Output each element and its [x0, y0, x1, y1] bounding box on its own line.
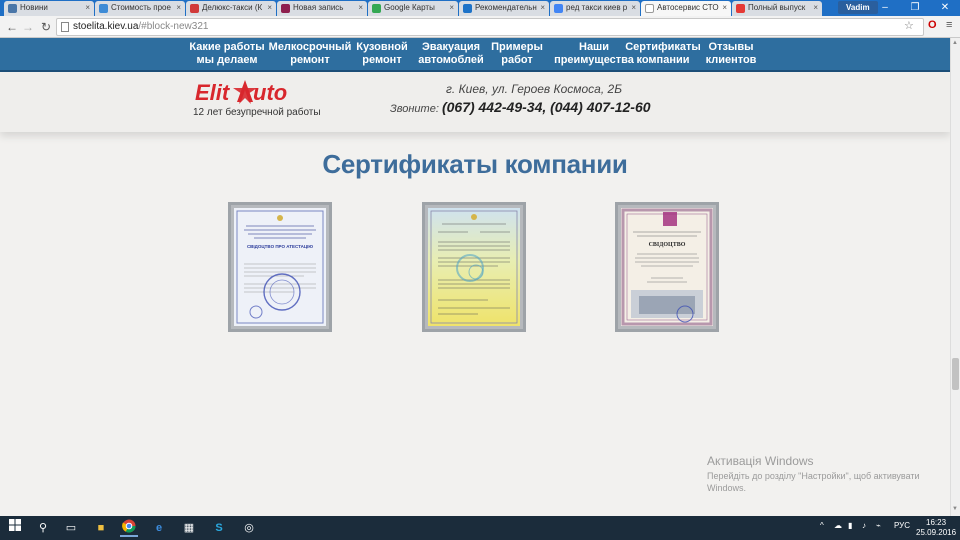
phone-numbers[interactable]: (067) 442-49-34, (044) 407-12-60 [442, 99, 651, 115]
tab-favicon-icon [645, 4, 654, 13]
tab-title: Новая запись [293, 3, 344, 12]
edge-icon[interactable]: e [150, 519, 168, 537]
tab-favicon-icon [736, 4, 745, 13]
language-indicator[interactable]: РУС [894, 521, 910, 530]
browser-tab[interactable]: Автосервис СТО × [641, 1, 731, 16]
web-page: Какие работы мы делаем Мелкосрочный ремонт К… [0, 38, 950, 516]
tab-close-icon[interactable]: × [358, 1, 363, 15]
certificate-3[interactable]: СВІДОЦТВО [615, 202, 719, 332]
minimize-button[interactable]: – [870, 0, 900, 16]
elitauto-logo[interactable]: Elit uto [193, 78, 313, 106]
tab-favicon-icon [8, 4, 17, 13]
tab-close-icon[interactable]: × [631, 1, 636, 15]
browser-tab[interactable]: Делюкс-такси (К × [186, 1, 276, 16]
steam-icon[interactable]: ◎ [240, 519, 258, 537]
scroll-thumb[interactable] [952, 358, 959, 390]
reload-icon[interactable]: ↻ [38, 19, 54, 35]
tab-close-icon[interactable]: × [267, 1, 272, 15]
phone-line: Звоните: (067) 442-49-34, (044) 407-12-6… [390, 99, 651, 115]
calculator-icon[interactable]: ▦ [180, 519, 198, 537]
onedrive-icon[interactable]: ☁ [834, 521, 842, 530]
certificate-image: СВІДОЦТВО ПРО АТЕСТАЦІЮ [234, 208, 326, 326]
tab-close-icon[interactable]: × [449, 1, 454, 15]
tab-close-icon[interactable]: × [176, 1, 181, 15]
svg-text:uto: uto [253, 80, 287, 105]
opera-extension-icon[interactable]: O [928, 19, 937, 31]
tab-title: Автосервис СТО [657, 3, 719, 12]
tab-strip: Новини × Стоимость прое × Делюкс-такси (К × Но… [0, 0, 960, 16]
forward-icon[interactable]: → [20, 19, 36, 35]
back-icon[interactable]: ← [4, 19, 20, 35]
page-scrollbar[interactable]: ▲ ▼ [950, 38, 960, 516]
chrome-icon[interactable] [120, 519, 138, 537]
certificate-image: СВІДОЦТВО [621, 208, 713, 326]
certificate-1[interactable]: СВІДОЦТВО ПРО АТЕСТАЦІЮ [228, 202, 332, 332]
page-icon [61, 22, 69, 32]
tab-title: Google Карты [384, 3, 435, 12]
address: г. Киев, ул. Героев Космоса, 2Б [446, 82, 623, 96]
browser-toolbar: ← → ↻ stoelita.kiev.ua/#block-new321 ☆ O… [0, 16, 960, 38]
network-icon[interactable]: ⌁ [876, 521, 881, 530]
browser-tab[interactable]: Полный выпуск × [732, 1, 822, 16]
browser-tab[interactable]: ред такси киев р × [550, 1, 640, 16]
cert1-caption: СВІДОЦТВО ПРО АТЕСТАЦІЮ [247, 244, 313, 249]
tab-close-icon[interactable]: × [722, 1, 727, 15]
close-window-button[interactable]: ✕ [930, 0, 960, 16]
tab-title: ред такси киев р [566, 3, 628, 12]
cert3-caption: СВІДОЦТВО [649, 242, 686, 248]
svg-text:Elit: Elit [195, 80, 231, 105]
windows-start-icon[interactable] [6, 519, 24, 537]
windows-activation-text: Перейдіть до розділу "Настройки", щоб ак… [707, 471, 920, 493]
volume-icon[interactable]: ♪ [862, 521, 866, 530]
clock-time: 16:23 [926, 518, 947, 527]
url-host: stoelita.kiev.ua [73, 21, 139, 32]
url-path: /#block-new321 [138, 21, 209, 32]
windows-activation-title: Активація Windows [707, 454, 814, 468]
menu-icon[interactable]: ≡ [946, 19, 952, 31]
tab-favicon-icon [281, 4, 290, 13]
site-header: Elit uto 12 лет безупречной работы г. Ки… [0, 74, 950, 132]
browser-tab[interactable]: Новини × [4, 1, 94, 16]
browser-tab[interactable]: Стоимость прое × [95, 1, 185, 16]
tab-title: Новини [20, 3, 48, 12]
clock-date: 25.09.2016 [916, 528, 957, 537]
tab-favicon-icon [463, 4, 472, 13]
task-view-icon[interactable]: ▭ [62, 519, 80, 537]
nav-item-line2: клиентов [705, 54, 757, 66]
certificate-image [428, 208, 520, 326]
battery-icon[interactable]: ▮ [848, 521, 852, 530]
tab-close-icon[interactable]: × [813, 1, 818, 15]
call-label: Звоните: [390, 103, 439, 115]
browser-tab[interactable]: Google Карты × [368, 1, 458, 16]
bookmark-star-icon[interactable]: ☆ [904, 19, 914, 32]
clock[interactable]: 16:23 25.09.2016 [916, 518, 956, 538]
tab-title: Стоимость прое [111, 3, 171, 12]
tab-title: Полный выпуск [748, 3, 806, 12]
scroll-down-icon[interactable]: ▼ [952, 506, 958, 512]
nav-item-line1: Отзывы [708, 41, 754, 53]
tab-favicon-icon [372, 4, 381, 13]
tab-title: Делюкс-такси (К [202, 3, 263, 12]
tab-favicon-icon [190, 4, 199, 13]
windows-taskbar: ⚲ ▭ ■ e ▦ S ◎ ^ ☁ ▮ ♪ ⌁ РУС 16:23 25.09.… [0, 516, 960, 540]
address-bar[interactable]: stoelita.kiev.ua/#block-new321 [56, 18, 924, 36]
scroll-up-icon[interactable]: ▲ [952, 40, 958, 46]
tab-close-icon[interactable]: × [540, 1, 545, 15]
certificate-2[interactable] [422, 202, 526, 332]
tab-favicon-icon [554, 4, 563, 13]
section-title: Сертификаты компании [322, 149, 628, 179]
nav-item[interactable]: Отзывы клиентов [681, 41, 781, 67]
tab-title: Рекомендательн [475, 3, 537, 12]
tray-chevron-icon[interactable]: ^ [820, 521, 824, 530]
search-icon[interactable]: ⚲ [34, 519, 52, 537]
tab-close-icon[interactable]: × [85, 1, 90, 15]
tab-favicon-icon [99, 4, 108, 13]
main-nav: Какие работы мы делаем Мелкосрочный ремонт К… [0, 38, 950, 72]
browser-tab[interactable]: Рекомендательн × [459, 1, 549, 16]
file-explorer-icon[interactable]: ■ [92, 519, 110, 537]
browser-tab[interactable]: Новая запись × [277, 1, 367, 16]
tagline: 12 лет безупречной работы [193, 107, 321, 118]
maximize-button[interactable]: ❐ [900, 0, 930, 16]
skype-icon[interactable]: S [210, 519, 228, 537]
